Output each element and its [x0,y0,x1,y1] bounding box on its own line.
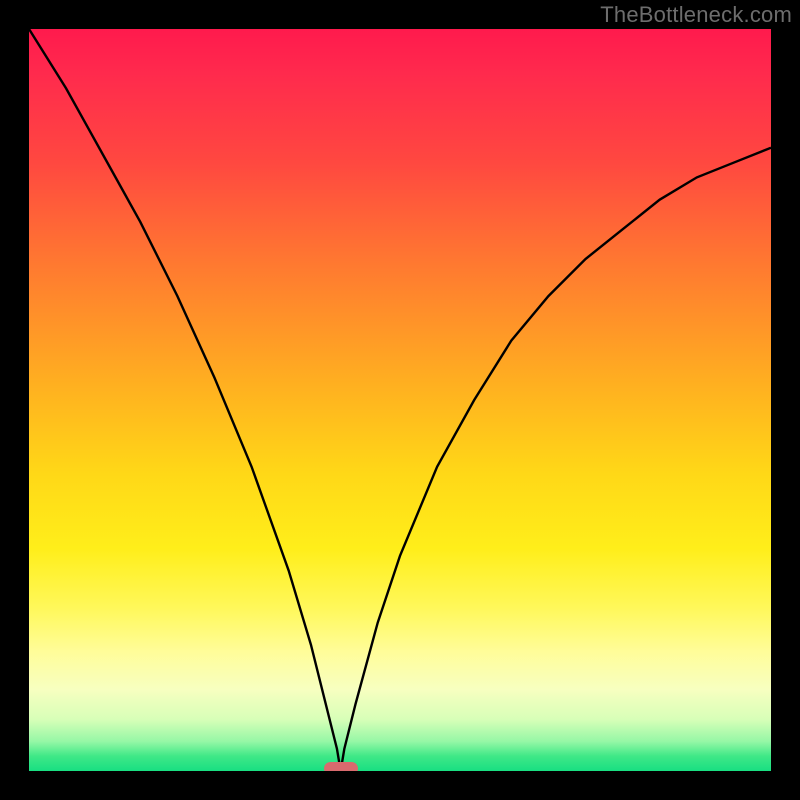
chart-frame: TheBottleneck.com [0,0,800,800]
minimum-marker [324,762,358,771]
watermark-text: TheBottleneck.com [600,2,792,28]
bottleneck-curve [29,29,771,771]
plot-area [29,29,771,771]
